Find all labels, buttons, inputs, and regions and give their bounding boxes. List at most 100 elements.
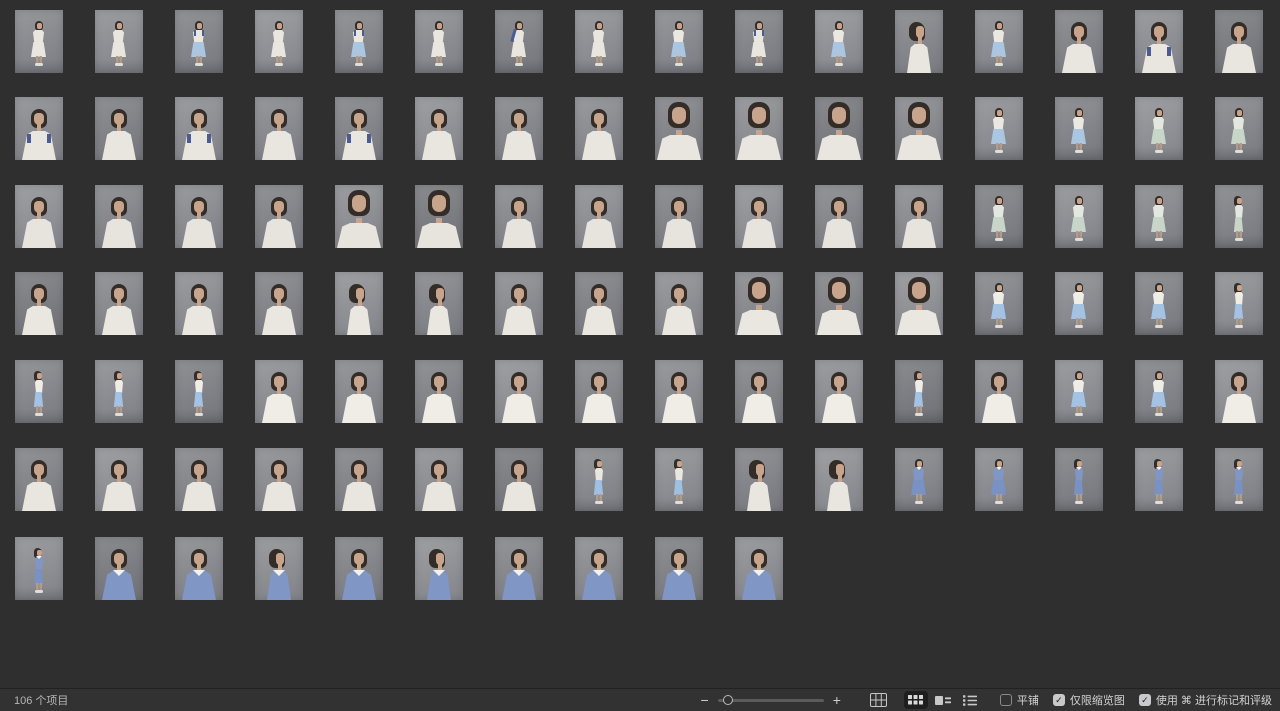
- photo-thumbnail[interactable]: [255, 185, 303, 248]
- photo-thumbnail[interactable]: [335, 360, 383, 423]
- photo-thumbnail[interactable]: [95, 448, 143, 511]
- photo-thumbnail[interactable]: [975, 185, 1023, 248]
- photo-thumbnail[interactable]: [175, 360, 223, 423]
- photo-thumbnail[interactable]: [735, 360, 783, 423]
- photo-thumbnail[interactable]: [495, 97, 543, 160]
- photo-thumbnail[interactable]: [415, 360, 463, 423]
- photo-thumbnail[interactable]: [415, 537, 463, 600]
- photo-thumbnail[interactable]: [95, 185, 143, 248]
- photo-thumbnail[interactable]: [895, 272, 943, 335]
- photo-thumbnail[interactable]: [575, 97, 623, 160]
- photo-thumbnail[interactable]: [495, 537, 543, 600]
- photo-thumbnail[interactable]: [575, 185, 623, 248]
- thumbnails-only-checkbox[interactable]: ✓仅限缩览图: [1053, 692, 1125, 708]
- photo-thumbnail[interactable]: [575, 537, 623, 600]
- photo-thumbnail[interactable]: [735, 272, 783, 335]
- photo-thumbnail[interactable]: [15, 537, 63, 600]
- photo-thumbnail[interactable]: [815, 448, 863, 511]
- photo-thumbnail[interactable]: [735, 537, 783, 600]
- photo-thumbnail[interactable]: [175, 10, 223, 73]
- checkbox-checked-icon[interactable]: ✓: [1053, 694, 1065, 706]
- photo-thumbnail[interactable]: [495, 272, 543, 335]
- photo-thumbnail[interactable]: [95, 537, 143, 600]
- photo-thumbnail[interactable]: [415, 272, 463, 335]
- photo-thumbnail[interactable]: [575, 360, 623, 423]
- photo-thumbnail[interactable]: [335, 272, 383, 335]
- photo-thumbnail[interactable]: [1215, 448, 1263, 511]
- photo-thumbnail[interactable]: [575, 448, 623, 511]
- list-view-icon[interactable]: [958, 691, 982, 709]
- photo-thumbnail[interactable]: [895, 448, 943, 511]
- photo-thumbnail[interactable]: [175, 448, 223, 511]
- photo-thumbnail[interactable]: [175, 97, 223, 160]
- photo-thumbnail[interactable]: [1055, 360, 1103, 423]
- photo-thumbnail[interactable]: [175, 185, 223, 248]
- photo-thumbnail[interactable]: [1215, 97, 1263, 160]
- photo-thumbnail[interactable]: [735, 185, 783, 248]
- photo-thumbnail[interactable]: [1135, 10, 1183, 73]
- photo-thumbnail[interactable]: [255, 272, 303, 335]
- photo-thumbnail[interactable]: [735, 448, 783, 511]
- photo-thumbnail[interactable]: [975, 272, 1023, 335]
- photo-thumbnail[interactable]: [655, 272, 703, 335]
- photo-thumbnail[interactable]: [1055, 10, 1103, 73]
- photo-thumbnail[interactable]: [975, 10, 1023, 73]
- icon-view-icon[interactable]: [904, 691, 928, 709]
- photo-thumbnail[interactable]: [335, 97, 383, 160]
- photo-thumbnail[interactable]: [15, 272, 63, 335]
- photo-thumbnail[interactable]: [815, 360, 863, 423]
- photo-thumbnail[interactable]: [495, 10, 543, 73]
- tile-checkbox[interactable]: 平铺: [1000, 692, 1039, 708]
- photo-thumbnail[interactable]: [1135, 448, 1183, 511]
- photo-thumbnail[interactable]: [95, 97, 143, 160]
- slider-knob-icon[interactable]: [723, 695, 733, 705]
- photo-thumbnail[interactable]: [1135, 360, 1183, 423]
- photo-thumbnail[interactable]: [815, 185, 863, 248]
- photo-thumbnail[interactable]: [975, 448, 1023, 511]
- photo-thumbnail[interactable]: [975, 97, 1023, 160]
- photo-thumbnail[interactable]: [335, 185, 383, 248]
- checkbox-unchecked-icon[interactable]: [1000, 694, 1012, 706]
- photo-thumbnail[interactable]: [895, 97, 943, 160]
- zoom-in-button[interactable]: +: [830, 693, 844, 707]
- photo-thumbnail[interactable]: [95, 360, 143, 423]
- photo-thumbnail[interactable]: [1055, 185, 1103, 248]
- checkbox-checked-icon[interactable]: ✓: [1139, 694, 1151, 706]
- photo-thumbnail[interactable]: [1135, 97, 1183, 160]
- photo-thumbnail[interactable]: [655, 360, 703, 423]
- photo-thumbnail[interactable]: [1215, 272, 1263, 335]
- photo-thumbnail[interactable]: [495, 448, 543, 511]
- photo-thumbnail[interactable]: [815, 272, 863, 335]
- photo-thumbnail[interactable]: [575, 10, 623, 73]
- photo-thumbnail[interactable]: [15, 10, 63, 73]
- photo-thumbnail[interactable]: [895, 185, 943, 248]
- photo-thumbnail[interactable]: [335, 537, 383, 600]
- photo-thumbnail[interactable]: [335, 448, 383, 511]
- photo-thumbnail[interactable]: [415, 10, 463, 73]
- photo-thumbnail[interactable]: [255, 97, 303, 160]
- thumbnail-size-slider[interactable]: [718, 693, 824, 707]
- photo-thumbnail[interactable]: [415, 185, 463, 248]
- photo-thumbnail[interactable]: [15, 360, 63, 423]
- photo-thumbnail[interactable]: [655, 537, 703, 600]
- photo-thumbnail[interactable]: [1055, 448, 1103, 511]
- photo-thumbnail[interactable]: [335, 10, 383, 73]
- photo-thumbnail[interactable]: [975, 360, 1023, 423]
- zoom-out-button[interactable]: −: [698, 693, 712, 707]
- photo-thumbnail[interactable]: [255, 448, 303, 511]
- photo-thumbnail[interactable]: [1055, 97, 1103, 160]
- photo-thumbnail[interactable]: [495, 185, 543, 248]
- photo-thumbnail[interactable]: [735, 97, 783, 160]
- photo-thumbnail[interactable]: [655, 10, 703, 73]
- photo-thumbnail[interactable]: [735, 10, 783, 73]
- photo-thumbnail[interactable]: [1135, 272, 1183, 335]
- photo-thumbnail[interactable]: [495, 360, 543, 423]
- photo-thumbnail[interactable]: [1215, 360, 1263, 423]
- photo-thumbnail[interactable]: [1215, 185, 1263, 248]
- photo-thumbnail[interactable]: [175, 537, 223, 600]
- photo-thumbnail[interactable]: [895, 360, 943, 423]
- photo-thumbnail[interactable]: [15, 97, 63, 160]
- photo-thumbnail[interactable]: [95, 10, 143, 73]
- photo-thumbnail[interactable]: [1215, 10, 1263, 73]
- photo-thumbnail[interactable]: [15, 185, 63, 248]
